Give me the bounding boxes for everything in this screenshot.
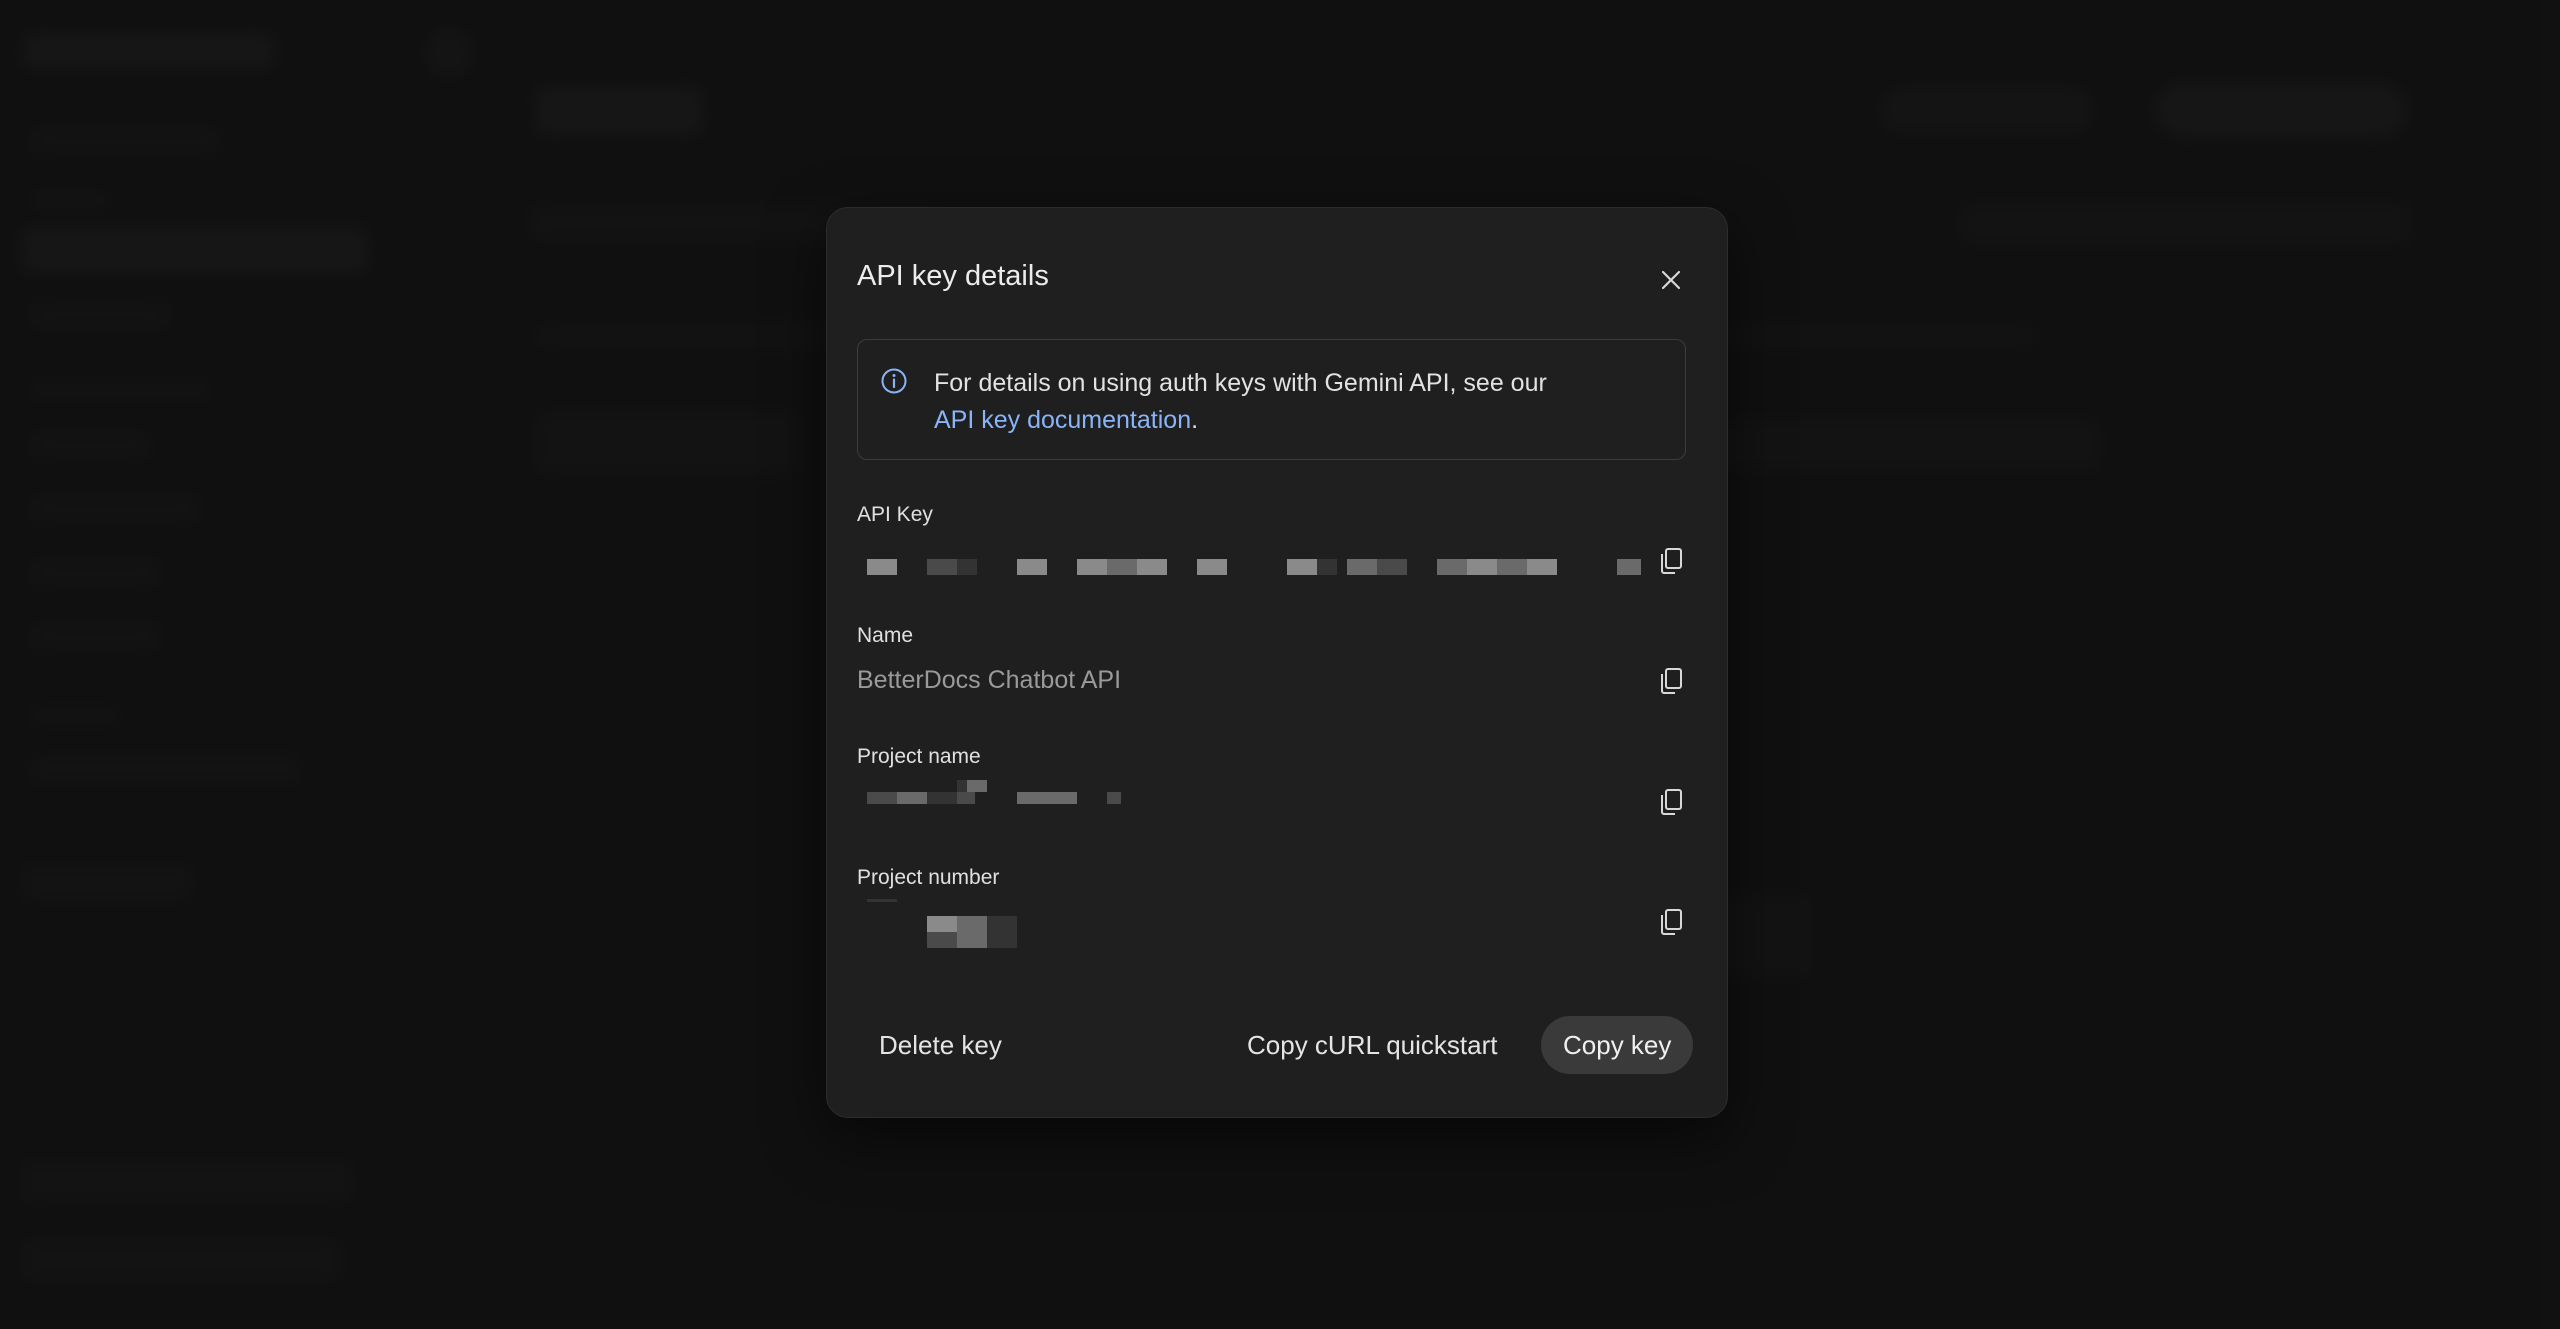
project-number-label: Project number [857, 866, 1000, 889]
copy-curl-quickstart-button[interactable]: Copy cURL quickstart [1225, 1016, 1519, 1074]
copy-icon [1661, 548, 1682, 574]
copy-icon [1661, 789, 1682, 815]
name-value: BetterDocs Chatbot API [857, 666, 1122, 694]
name-label: Name [857, 624, 914, 647]
copy-api-key-button[interactable] [1651, 541, 1691, 581]
delete-key-button[interactable]: Delete key [857, 1016, 1024, 1074]
copy-name-button[interactable] [1651, 661, 1691, 701]
copy-icon [1661, 668, 1682, 694]
info-banner: For details on using auth keys with Gemi… [857, 339, 1686, 460]
copy-icon [1661, 909, 1682, 935]
api-key-details-dialog: API key details For details on using aut… [826, 207, 1728, 1118]
info-icon [881, 368, 907, 394]
copy-project-number-button[interactable] [1651, 902, 1691, 942]
copy-project-name-button[interactable] [1651, 782, 1691, 822]
copy-key-button[interactable]: Copy key [1541, 1016, 1694, 1074]
api-key-documentation-link[interactable]: API key documentation [934, 406, 1191, 434]
info-text: For details on using auth keys with Gemi… [934, 365, 1654, 439]
info-suffix: . [1191, 406, 1199, 434]
close-icon [1661, 270, 1681, 290]
project-name-label: Project name [857, 745, 981, 768]
info-message: For details on using auth keys with Gemi… [934, 369, 1547, 397]
close-button[interactable] [1649, 258, 1693, 302]
dialog-title: API key details [857, 260, 1049, 292]
api-key-label: API Key [857, 503, 933, 526]
